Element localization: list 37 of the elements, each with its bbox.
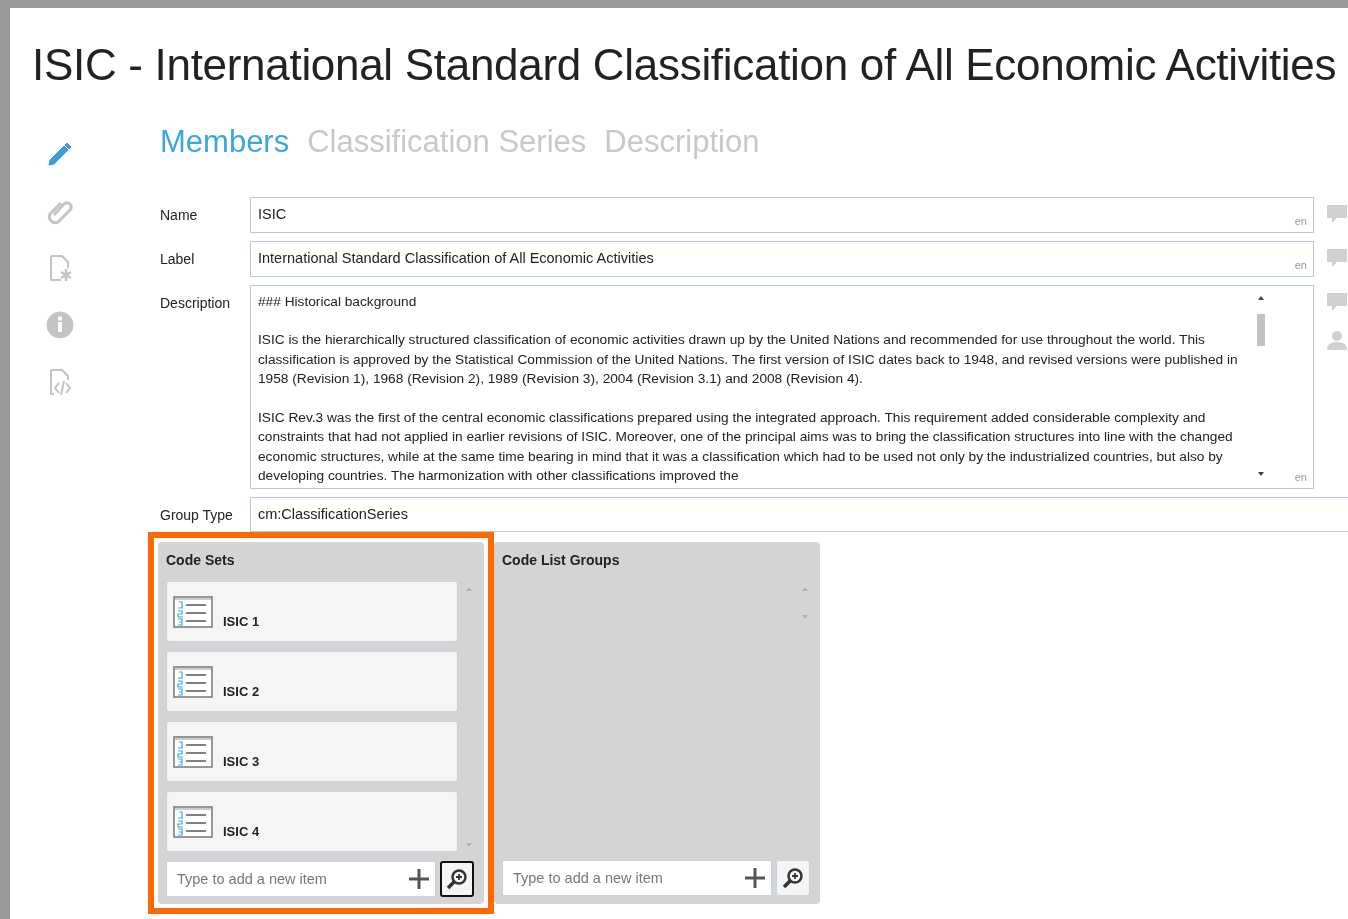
code-set-item[interactable]: ISIC 3 xyxy=(166,721,458,783)
language-tag: en xyxy=(1294,469,1307,486)
field-label: Label xyxy=(160,249,196,269)
field-label: Description xyxy=(160,293,232,313)
comment-icon[interactable] xyxy=(1326,290,1348,313)
add-item-field[interactable]: Type to add a new item xyxy=(502,860,772,897)
panel-title: Code Sets xyxy=(166,551,236,571)
info-icon[interactable] xyxy=(44,309,76,341)
person-icon[interactable] xyxy=(1326,328,1348,351)
numbered-list-icon xyxy=(173,665,213,700)
description-paragraph: ### Historical background xyxy=(258,292,418,311)
code-set-item[interactable]: ISIC 1 xyxy=(166,581,458,643)
field-label: Name xyxy=(160,206,199,225)
description-paragraph: ISIC is the hierarchically structured classification of economic activities drawn up by the United Nations and recommended for use throughout the world. This classification is approved by the Statistical Commission of the United Nations. The first version of ISIC dates back to 1948, and revised versions were published in 1958 (Revision 1), 1968 (Revision 2), 1989 (Revision 3), 2004 (Revision 3.1) and 2008 (Revision 4). xyxy=(258,331,1239,388)
numbered-list-icon xyxy=(173,805,213,840)
numbered-list-icon xyxy=(173,595,213,630)
plus-icon[interactable] xyxy=(408,868,430,891)
description-paragraph: ISIC Rev.3 was the first of the central economic classifications prepared using the integrated approach. This requirement added considerable complexity and constraints that had not applied in earlier revisions of ISIC. Moreover, one of the principal aims was to bring the classification structures into line with the changed economic structures, while at the same time bearing in mind that it was a classification which had to be used not only by the industrialized countries, but also by developing countries. The harmonization with other classifications improved the xyxy=(258,408,1234,485)
comment-icon[interactable] xyxy=(1326,203,1348,225)
language-tag: en xyxy=(1294,213,1307,230)
language-tag: en xyxy=(1294,257,1307,274)
plus-icon[interactable] xyxy=(744,867,766,890)
text-field[interactable]: ISIC en xyxy=(250,197,1314,233)
search-button[interactable] xyxy=(440,861,474,898)
code-set-item[interactable]: ISIC 2 xyxy=(166,651,458,713)
field-label: Group Type xyxy=(160,505,234,525)
description-field[interactable] xyxy=(250,284,1314,489)
search-icon xyxy=(782,867,804,890)
text-field[interactable]: cm:ClassificationSeries xyxy=(250,496,1348,533)
comment-icon[interactable] xyxy=(1326,246,1348,269)
search-icon xyxy=(446,868,468,891)
code-set-item[interactable]: ISIC 4 xyxy=(166,791,458,853)
window-title: ISIC - International Standard Classification of All Economic Activities xyxy=(31,39,1338,91)
numbered-list-icon xyxy=(173,735,213,770)
text-field[interactable]: International Standard Classification of All Economic Activities en xyxy=(250,240,1314,277)
add-item-field[interactable]: Type to add a new item xyxy=(166,861,436,898)
panel-title: Code List Groups xyxy=(502,551,621,571)
